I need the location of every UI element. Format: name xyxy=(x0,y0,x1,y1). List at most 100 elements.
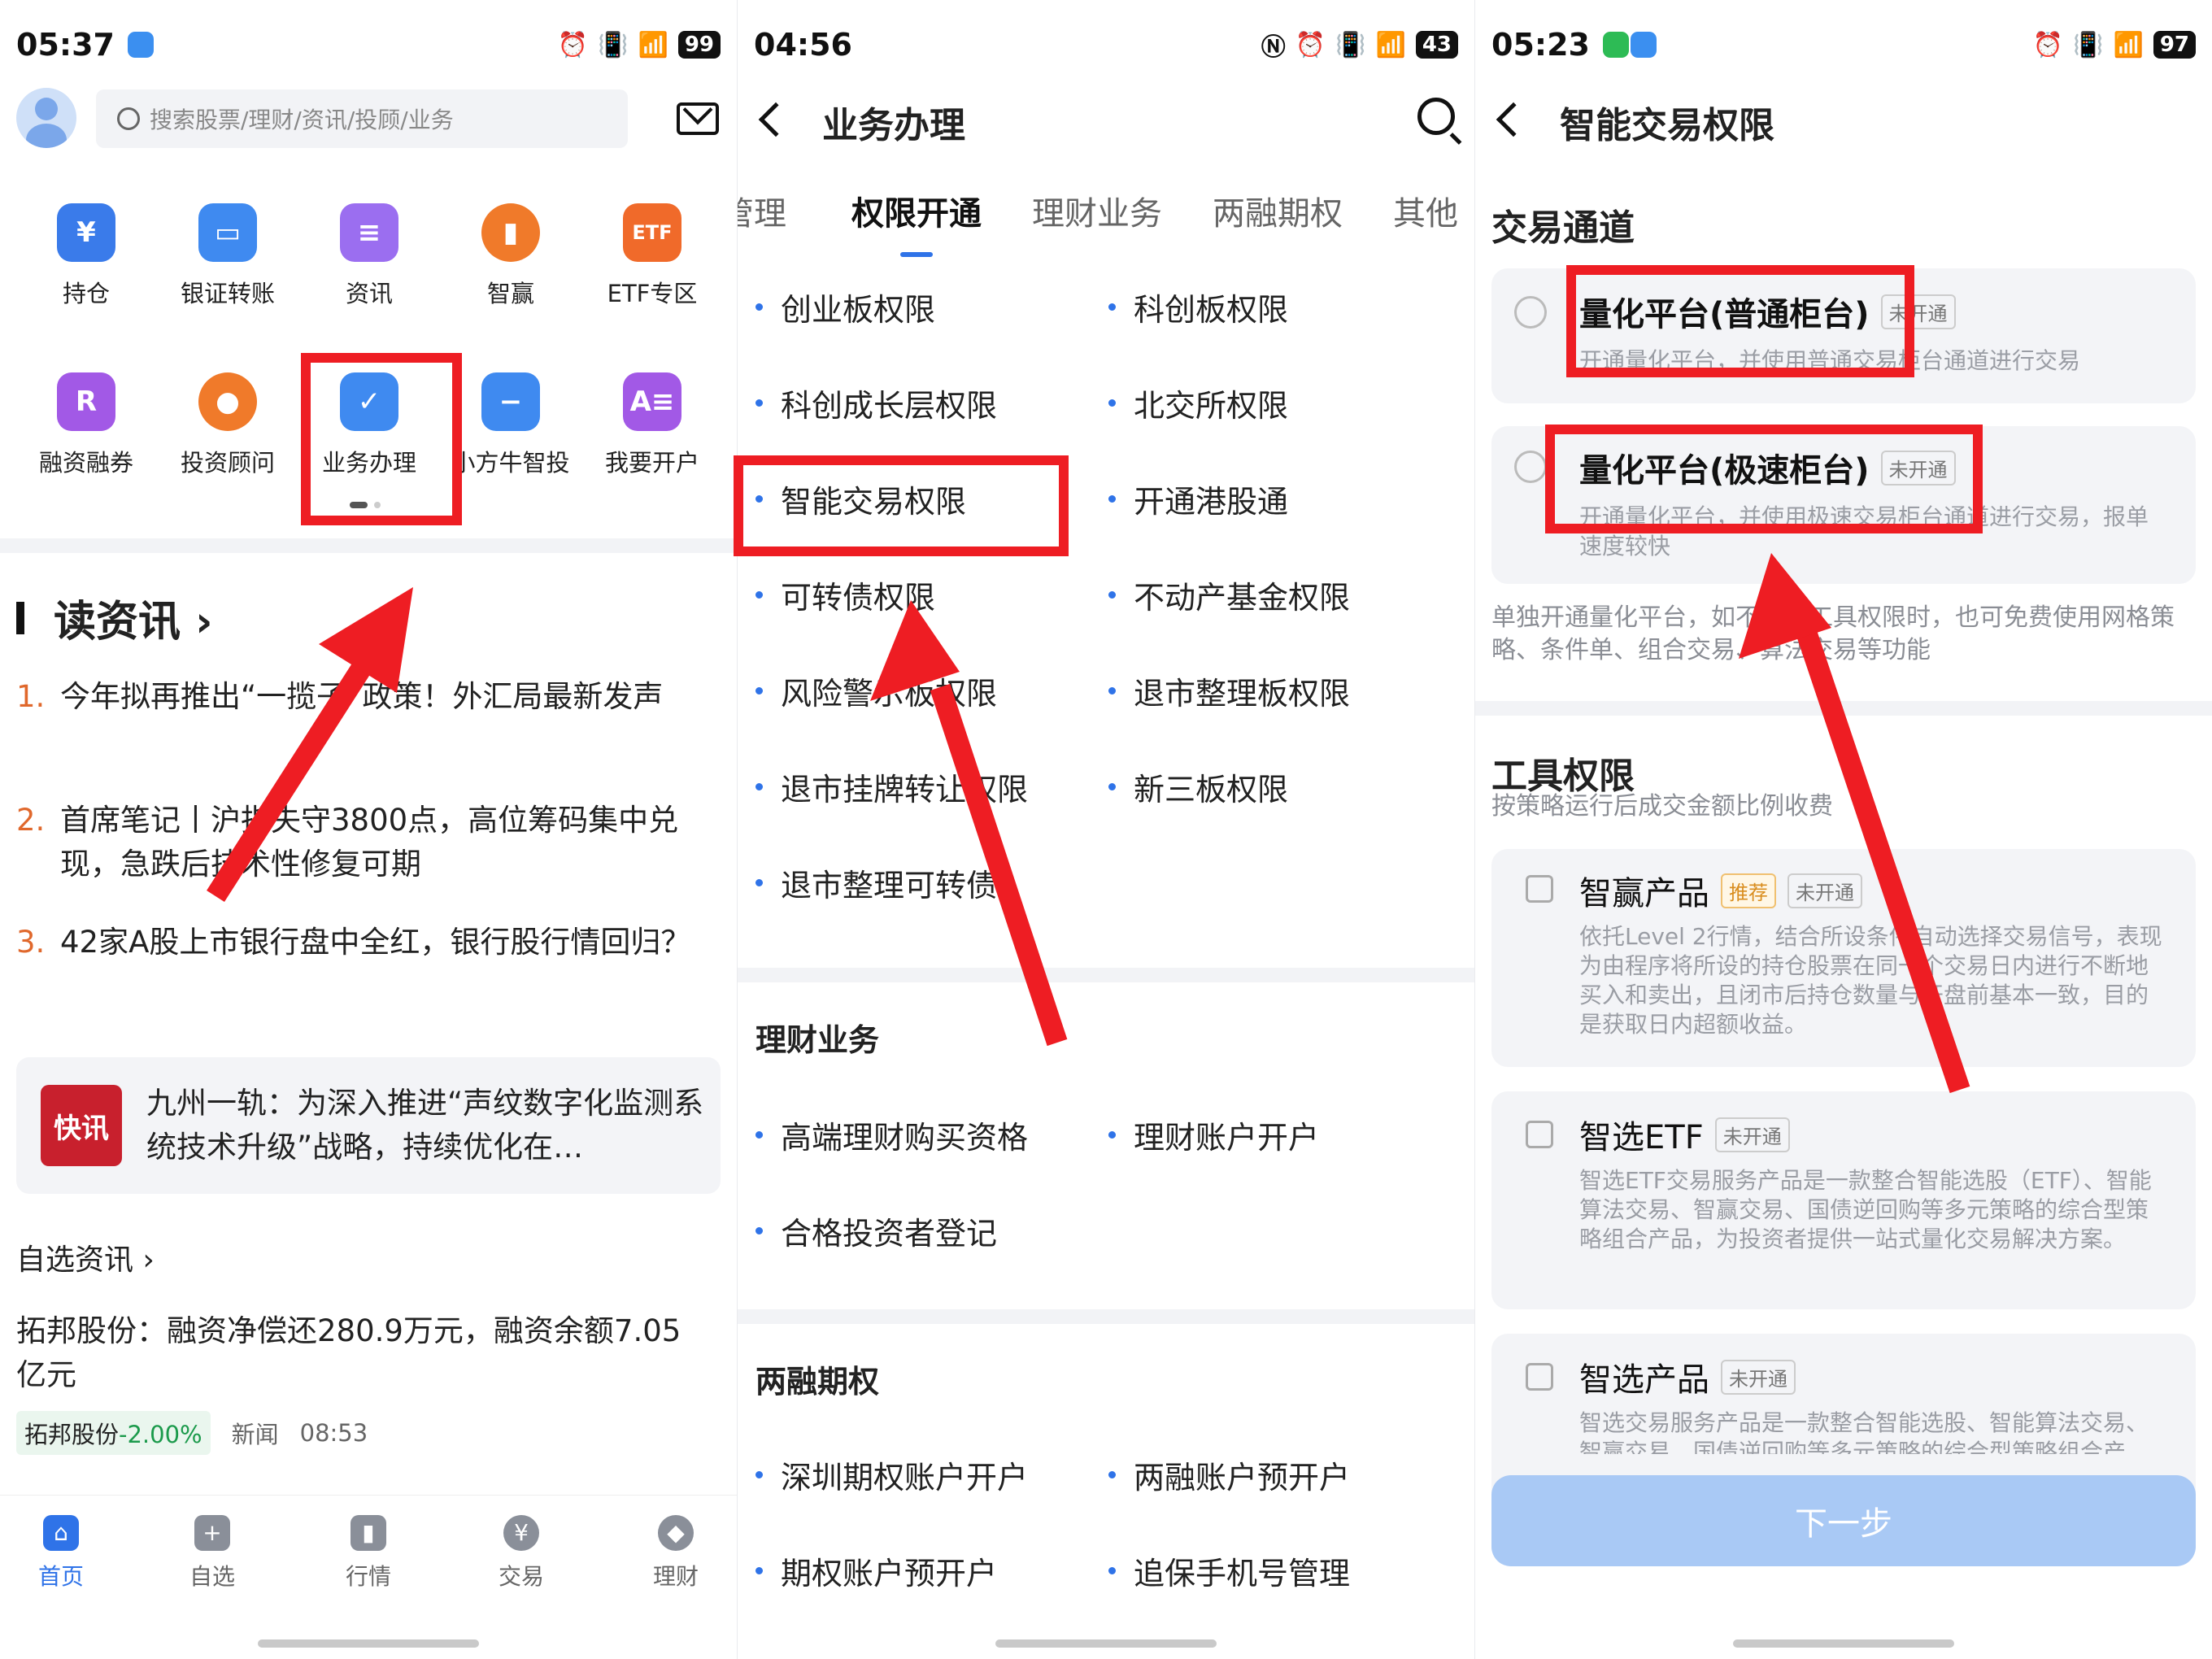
radio-button[interactable] xyxy=(1514,451,1547,483)
list-item[interactable]: 1. 今年拟再推出“一揽子”政策！外汇局最新发声 xyxy=(16,675,708,719)
status-time: 04:56 xyxy=(754,27,852,63)
tab-wealth-business[interactable]: 理财业务 xyxy=(1032,187,1162,234)
doc-icon: ≡ xyxy=(340,203,398,262)
search-input[interactable]: 搜索股票/理财/资讯/投顾/业务 xyxy=(96,89,628,148)
grid-item-advisor[interactable]: ● 投资顾问 xyxy=(155,372,301,478)
etf-icon: ETF xyxy=(623,203,681,262)
tab-manage[interactable]: 管理 xyxy=(738,187,786,234)
product-zhiying[interactable]: 智赢产品 推荐 未开通 依托Level 2行情，结合所设条件自动选择交易信号，表现为… xyxy=(1491,849,2196,1067)
option-desc: 智选ETF交易服务产品是一款整合智能选股（ETF）、智能算法交易、智赢交易、国债… xyxy=(1579,1167,2152,1252)
battery-indicator: 97 xyxy=(2153,31,2196,59)
tab-trade[interactable]: ¥ 交易 xyxy=(468,1515,574,1592)
menu-item[interactable]: 风险警示板权限 xyxy=(755,668,997,713)
menu-item[interactable]: 追保手机号管理 xyxy=(1108,1548,1350,1593)
stock-news-headline[interactable]: 拓邦股份：融资净偿还280.9万元，融资余额7.05亿元 xyxy=(16,1309,708,1397)
menu-item[interactable]: 科创成长层权限 xyxy=(755,381,997,425)
news-time: 08:53 xyxy=(299,1419,368,1447)
status-badge: 未开通 xyxy=(1714,1117,1790,1152)
section-subtitle: 按策略运行后成交金额比例收费 xyxy=(1491,792,1833,821)
grid-item-open-account[interactable]: A≡ 我要开户 xyxy=(579,372,725,478)
status-badge: 未开通 xyxy=(1721,1359,1796,1395)
radio-button[interactable] xyxy=(1514,296,1547,329)
stock-tag[interactable]: 拓邦股份-2.00% xyxy=(16,1411,211,1455)
avatar[interactable] xyxy=(16,88,76,148)
product-etf[interactable]: 智选ETF 未开通 智选ETF交易服务产品是一款整合智能选股（ETF）、智能算法交… xyxy=(1491,1091,2196,1309)
nav-bar: 业务办理 xyxy=(738,89,1474,155)
grid-item-zhiying[interactable]: ▮ 智赢 xyxy=(438,203,584,309)
divider xyxy=(1475,701,2212,716)
menu-item[interactable]: 退市整理可转债 xyxy=(755,860,997,905)
option-title-text: 智选ETF xyxy=(1579,1119,1704,1156)
highlight-box xyxy=(301,353,462,525)
option-title: 智选ETF 未开通 xyxy=(1579,1111,1790,1158)
mail-icon[interactable] xyxy=(677,102,719,135)
menu-item[interactable]: 期权账户预开户 xyxy=(755,1548,997,1593)
menu-item[interactable]: 合格投资者登记 xyxy=(755,1208,997,1253)
stock-tag-name: 拓邦股份 xyxy=(24,1421,120,1448)
status-icons: ⏰ 📳 📶 97 xyxy=(2033,31,2196,59)
tab-permissions[interactable]: 权限开通 xyxy=(851,187,982,234)
grid-item-etf[interactable]: ETF ETF专区 xyxy=(579,203,725,309)
card-icon: ▭ xyxy=(198,203,257,262)
back-icon[interactable] xyxy=(1496,102,1531,137)
flash-text: 九州一轨：为深入推进“声纹数字化监测系统技术升级”战略，持续优化在… xyxy=(146,1086,704,1165)
menu-item[interactable]: 两融账户预开户 xyxy=(1108,1452,1350,1497)
news-number: 2. xyxy=(16,803,46,838)
back-icon[interactable] xyxy=(758,102,794,137)
tab-other[interactable]: 其他 xyxy=(1393,187,1458,234)
tab-label: 理财 xyxy=(652,1563,699,1590)
grid-item-bank-transfer[interactable]: ▭ 银证转账 xyxy=(155,203,301,309)
section-title-news[interactable]: 读资讯 › xyxy=(16,587,213,648)
menu-item[interactable]: 理财账户开户 xyxy=(1108,1113,1319,1157)
next-button[interactable]: 下一步 xyxy=(1491,1475,2196,1566)
divider xyxy=(738,968,1474,982)
menu-item[interactable]: 退市整理板权限 xyxy=(1108,668,1350,713)
grid-item-holdings[interactable]: ¥ 持仓 xyxy=(13,203,159,309)
checkbox[interactable] xyxy=(1526,875,1553,903)
menu-item[interactable]: 不动产基金权限 xyxy=(1108,573,1350,617)
battery-indicator: 99 xyxy=(677,31,721,59)
list-item[interactable]: 2. 首席笔记丨沪指失守3800点，高位筹码集中兑现，急跌后技术性修复可期 xyxy=(16,799,708,886)
tab-label: 自选 xyxy=(189,1563,235,1590)
highlight-box xyxy=(734,455,1069,556)
menu-item[interactable]: 创业板权限 xyxy=(755,285,935,329)
option-title-text: 智选产品 xyxy=(1579,1361,1709,1399)
flash-news-card[interactable]: 快讯 九州一轨：为深入推进“声纹数字化监测系统技术升级”战略，持续优化在… xyxy=(16,1057,721,1194)
diamond-icon: ◆ xyxy=(658,1515,694,1551)
nav-bar: 智能交易权限 xyxy=(1475,89,2212,155)
section-title-wealth: 理财业务 xyxy=(755,1022,880,1058)
battery-indicator: 43 xyxy=(1415,31,1458,59)
highlight-box xyxy=(1545,425,1983,533)
bull-icon: − xyxy=(481,372,540,431)
news-number: 1. xyxy=(16,679,46,714)
news-text: 首席笔记丨沪指失守3800点，高位筹码集中兑现，急跌后技术性修复可期 xyxy=(60,803,679,882)
menu-item[interactable]: 可转债权限 xyxy=(755,573,935,617)
checkbox[interactable] xyxy=(1526,1121,1553,1148)
grid-label: 投资顾问 xyxy=(180,449,275,477)
status-bar: 05:23 ⏰ 📳 📶 97 xyxy=(1475,0,2212,89)
alarm-icon: ⏰ xyxy=(1295,30,1326,59)
menu-item[interactable]: 北交所权限 xyxy=(1108,381,1288,425)
tab-wealth[interactable]: ◆ 理财 xyxy=(623,1515,729,1592)
tab-market[interactable]: ▮ 行情 xyxy=(316,1515,421,1592)
tab-margin-options[interactable]: 两融期权 xyxy=(1213,187,1343,234)
grid-item-margin[interactable]: R 融资融券 xyxy=(13,372,159,478)
menu-item[interactable]: 退市挂牌转让权限 xyxy=(755,764,1028,809)
menu-item[interactable]: 高端理财购买资格 xyxy=(755,1113,1028,1157)
list-item[interactable]: 3. 42家A股上市银行盘中全红，银行股行情回归？ xyxy=(16,921,708,964)
home-indicator xyxy=(995,1639,1217,1648)
alarm-icon: ⏰ xyxy=(2032,30,2064,59)
grid-item-news[interactable]: ≡ 资讯 xyxy=(296,203,442,309)
menu-item[interactable]: 科创板权限 xyxy=(1108,285,1288,329)
menu-item[interactable]: 开通港股通 xyxy=(1108,477,1288,521)
search-icon[interactable] xyxy=(1417,98,1455,135)
grid-label: 融资融券 xyxy=(38,449,133,477)
checkbox[interactable] xyxy=(1526,1363,1553,1391)
page-title: 业务办理 xyxy=(822,105,965,146)
menu-item[interactable]: 新三板权限 xyxy=(1108,764,1288,809)
tab-watchlist[interactable]: + 自选 xyxy=(159,1515,265,1592)
tab-home[interactable]: ⌂ 首页 xyxy=(8,1515,114,1592)
section-title-watchlist-news[interactable]: 自选资讯 › xyxy=(16,1236,155,1278)
message-icon xyxy=(1630,32,1657,58)
menu-item[interactable]: 深圳期权账户开户 xyxy=(755,1452,1028,1497)
